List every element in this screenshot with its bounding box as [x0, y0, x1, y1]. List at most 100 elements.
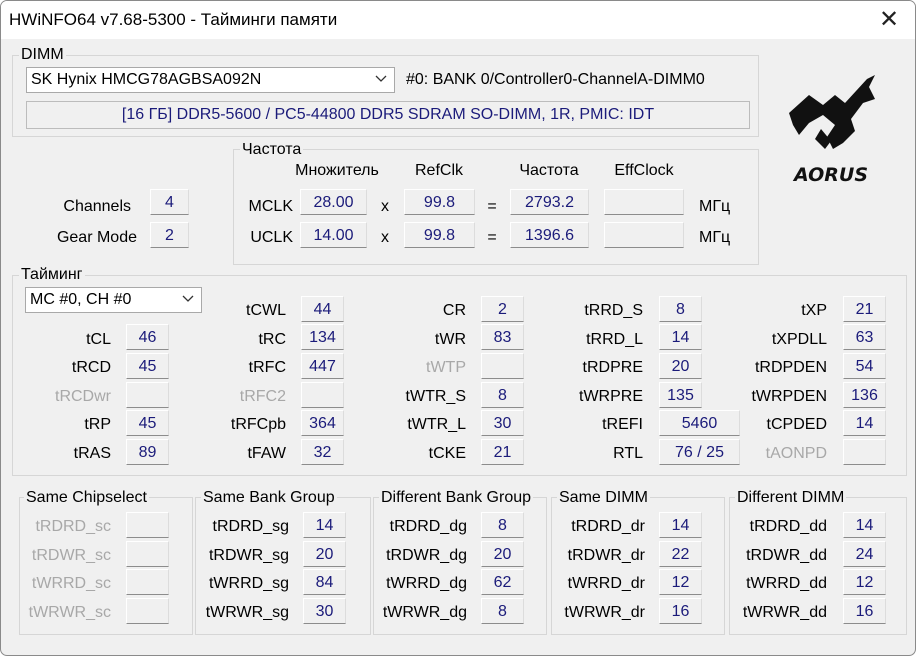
different-dimm-label: Different DIMM [735, 489, 847, 507]
trdwr-dr-value: 22 [659, 541, 702, 567]
txpdll-value: 63 [843, 324, 886, 350]
uclk-freq: 1396.6 [510, 222, 589, 248]
timing-group-label: Тайминг [19, 266, 85, 284]
twtr-l-label: tWTR_L [407, 416, 466, 433]
refclk-header: RefClk [414, 162, 463, 179]
trfc-label: tRFC [248, 359, 286, 376]
twrrd-dr-value: 12 [659, 569, 702, 595]
trdwr-sg-label: tRDWR_sg [208, 547, 289, 564]
uclk-multiplier: 14.00 [300, 222, 367, 248]
trp-label: tRP [84, 416, 111, 433]
aorus-logo: AORUS [789, 75, 875, 185]
trefi-label: tREFI [602, 416, 643, 433]
trdrd-dr-label: tRDRD_dr [571, 518, 645, 535]
twrwr-dg-label: tWRWR_dg [382, 604, 467, 621]
twrwr-sg-value: 30 [303, 598, 346, 624]
uclk-effclock [604, 222, 684, 248]
twrrd-dd-label: tWRRD_dd [746, 575, 827, 592]
txpdll-label: tXPDLL [771, 331, 827, 348]
cr-value: 2 [481, 296, 524, 322]
twr-value: 83 [481, 324, 524, 350]
trdrd-sg-value: 14 [303, 512, 346, 538]
twrpre-value: 135 [659, 382, 702, 408]
mclk-effclock [604, 189, 684, 215]
trfc2-value [301, 382, 344, 408]
trc-value: 134 [301, 324, 344, 350]
twrwr-dg-value: 8 [481, 598, 524, 624]
dimm-description: [16 ГБ] DDR5-5600 / PC5-44800 DDR5 SDRAM… [26, 101, 750, 129]
title-bar[interactable]: HWiNFO64 v7.68-5300 - Тайминги памяти ✕ [1, 1, 915, 39]
trdwr-dr-label: tRDWR_dr [567, 547, 645, 564]
trdwr-dg-value: 20 [481, 541, 524, 567]
trcd-value: 45 [126, 353, 169, 379]
trrd-s-value: 8 [659, 296, 702, 322]
dimm-module-select[interactable]: SK Hynix HMCG78AGBSA092N [26, 67, 395, 93]
trp-value: 45 [126, 410, 169, 436]
window-title: HWiNFO64 v7.68-5300 - Тайминги памяти [9, 10, 338, 29]
chevron-down-icon [182, 295, 194, 302]
same-bank-group-label: Same Bank Group [201, 489, 337, 507]
twtr-s-value: 8 [481, 382, 524, 408]
mclk-equals: = [487, 198, 497, 215]
trdwr-sc-label: tRDWR_sc [31, 547, 111, 564]
multiplier-header: Множитель [295, 162, 379, 179]
taonpd-label: tAONPD [765, 445, 827, 462]
taonpd-value [843, 439, 886, 465]
trcd-label: tRCD [71, 359, 111, 376]
cr-label: CR [442, 302, 466, 319]
frequency-group-label: Частота [240, 141, 304, 159]
mclk-times: x [381, 198, 389, 215]
twrwr-dd-value: 16 [843, 598, 886, 624]
twrrd-sc-value [126, 569, 169, 595]
mc-channel-value: MC #0, CH #0 [30, 291, 132, 308]
trdpre-label: tRDPRE [582, 359, 643, 376]
trdwr-dd-label: tRDWR_dd [746, 547, 827, 564]
twrwr-sc-value [126, 598, 169, 624]
twrrd-sc-label: tWRRD_sc [31, 575, 111, 592]
tfaw-label: tFAW [247, 445, 286, 462]
channels-label: Channels [63, 198, 131, 215]
twrrd-sg-label: tWRRD_sg [208, 575, 289, 592]
trfc2-label: tRFC2 [239, 388, 286, 405]
trfcpb-value: 364 [301, 410, 344, 436]
same-dimm-label: Same DIMM [557, 489, 650, 507]
effclock-header: EffClock [614, 162, 674, 179]
trfc-value: 447 [301, 353, 344, 379]
chevron-down-icon [375, 75, 387, 82]
twrwr-dd-label: tWRWR_dd [742, 604, 827, 621]
timings-window: HWiNFO64 v7.68-5300 - Тайминги памяти ✕ … [0, 0, 916, 656]
freq-header: Частота [519, 162, 579, 179]
twrrd-dg-label: tWRRD_dg [386, 575, 467, 592]
twrrd-sg-value: 84 [303, 569, 346, 595]
tcl-value: 46 [126, 324, 169, 350]
trcdwr-value [126, 382, 169, 408]
tcke-label: tCKE [428, 445, 466, 462]
twrrd-dr-label: tWRRD_dr [567, 575, 645, 592]
twrwr-dr-value: 16 [659, 598, 702, 624]
tcpded-label: tCPDED [766, 416, 827, 433]
mclk-label: MCLK [248, 198, 293, 215]
trdpre-value: 20 [659, 353, 702, 379]
mclk-unit: МГц [699, 198, 731, 215]
twrwr-sg-label: tWRWR_sg [205, 604, 289, 621]
twrwr-sc-label: tWRWR_sc [28, 604, 111, 621]
trdrd-dd-label: tRDRD_dd [749, 518, 827, 535]
channels-value: 4 [150, 189, 189, 215]
trc-label: tRC [258, 331, 286, 348]
rtl-label: RTL [613, 445, 643, 462]
trdwr-dg-label: tRDWR_dg [386, 547, 467, 564]
twtr-l-value: 30 [481, 410, 524, 436]
mc-channel-select[interactable]: MC #0, CH #0 [25, 287, 202, 313]
mclk-multiplier: 28.00 [300, 189, 367, 215]
tras-value: 89 [126, 439, 169, 465]
tcwl-label: tCWL [246, 302, 286, 319]
uclk-unit: МГц [699, 229, 731, 246]
gear-mode-value: 2 [150, 222, 189, 248]
trdrd-sg-label: tRDRD_sg [212, 518, 289, 535]
trdwr-sg-value: 20 [303, 541, 346, 567]
trdrd-sc-value [126, 512, 169, 538]
different-bank-group-label: Different Bank Group [379, 489, 534, 507]
trdwr-sc-value [126, 541, 169, 567]
gear-mode-label: Gear Mode [56, 229, 137, 246]
close-icon[interactable]: ✕ [869, 3, 909, 37]
